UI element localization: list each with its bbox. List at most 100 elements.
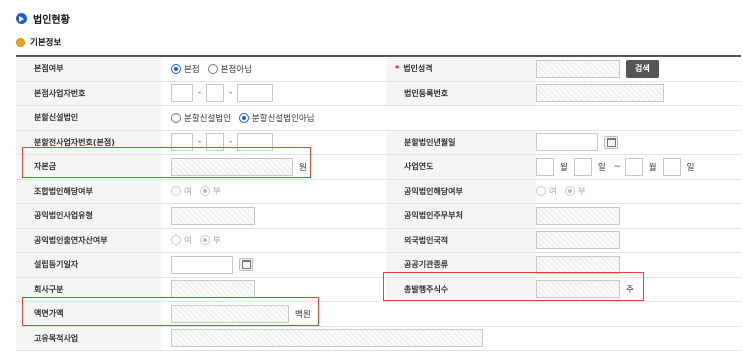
radio-label: 본점아님 bbox=[220, 64, 252, 75]
row-unique-purpose-business: 고유목적사업 bbox=[16, 326, 741, 351]
radio-union-yes[interactable]: 여 bbox=[171, 185, 192, 197]
establishment-date-input[interactable] bbox=[171, 255, 233, 274]
radio-empty-icon bbox=[171, 186, 181, 197]
label-fiscal-year: 사업연도 bbox=[386, 155, 536, 179]
label-headquarters: 본점여부 bbox=[16, 57, 161, 81]
unique-purpose-field bbox=[161, 327, 561, 351]
required-marker: * bbox=[395, 64, 400, 74]
unique-purpose-input[interactable] bbox=[171, 329, 483, 348]
corp-nature-input[interactable] bbox=[536, 59, 620, 78]
radio-public-no[interactable]: 부 bbox=[564, 185, 586, 198]
label-text: 법인성격 bbox=[403, 64, 433, 74]
corp-reg-number-input[interactable] bbox=[536, 84, 664, 103]
unit-day: 일 bbox=[686, 162, 695, 173]
radio-selected-icon bbox=[199, 235, 210, 246]
row-headquarters: 본점여부 본점 본점아님 * 법인성격 검색 bbox=[16, 57, 741, 82]
radio-label: 부 bbox=[212, 187, 221, 198]
separator: - bbox=[198, 88, 202, 99]
label-union-corp: 조합법인해당여부 bbox=[16, 179, 161, 203]
radio-label: 부 bbox=[577, 187, 586, 198]
radio-headquarters-yes[interactable]: 본점 bbox=[171, 63, 200, 75]
radio-label: 여 bbox=[184, 236, 192, 247]
fiscal-year-fields: 월 일 ~ 월 일 bbox=[536, 155, 741, 179]
label-public-ministry: 공익법인주무부처 bbox=[386, 204, 536, 228]
radio-empty-icon bbox=[171, 112, 181, 123]
label-split-new-corp: 분할신설법인 bbox=[16, 106, 161, 130]
label-corp-nature: * 법인성격 bbox=[386, 57, 536, 81]
radio-empty-icon bbox=[536, 186, 546, 197]
split-new-corp-radio-group: 분할신설법인 분할신설법인아님 bbox=[161, 106, 386, 130]
highlight-capital bbox=[22, 147, 311, 178]
row-contributed-assets: 공익법인출연자산여부 여 부 외국법인국적 bbox=[16, 228, 741, 253]
union-corp-radio-group: 여 부 bbox=[161, 180, 386, 204]
hq-business-number-fields: - - bbox=[161, 82, 386, 106]
calendar-icon[interactable] bbox=[239, 258, 253, 272]
unit-month: 월 bbox=[560, 162, 568, 173]
empty-label bbox=[386, 106, 536, 130]
label-unique-purpose-business: 고유목적사업 bbox=[16, 326, 161, 350]
public-business-type-field bbox=[161, 204, 386, 228]
corp-nature-field: 검색 bbox=[536, 57, 741, 81]
label-corp-reg-number: 법인등록번호 bbox=[386, 81, 536, 105]
biz-number-part3[interactable] bbox=[237, 84, 274, 103]
public-business-type-input[interactable] bbox=[171, 206, 255, 225]
company-type-input[interactable] bbox=[171, 280, 255, 299]
label-foreign-nationality: 외국법인국적 bbox=[386, 228, 536, 252]
corp-reg-number-field bbox=[536, 82, 741, 106]
row-union-corp: 조합법인해당여부 여 부 공익법인해당여부 여 부 bbox=[16, 179, 741, 204]
label-public-corp: 공익법인해당여부 bbox=[386, 179, 536, 203]
unit-month: 월 bbox=[648, 162, 657, 173]
radio-headquarters-no[interactable]: 본점아님 bbox=[207, 63, 252, 75]
label-contributed-assets: 공익법인출연자산여부 bbox=[16, 228, 161, 252]
separator: - bbox=[229, 137, 233, 148]
unit-day: 일 bbox=[597, 162, 606, 173]
radio-empty-icon bbox=[207, 63, 218, 74]
highlight-total-shares bbox=[383, 272, 644, 301]
public-corp-radio-group: 여 부 bbox=[536, 180, 741, 204]
search-button[interactable]: 검색 bbox=[626, 59, 659, 78]
biz-number-part1[interactable] bbox=[171, 84, 193, 103]
label-public-business-type: 공익법인사업유형 bbox=[16, 204, 161, 228]
fiscal-end-month[interactable] bbox=[624, 157, 643, 176]
radio-label: 여 bbox=[184, 187, 192, 198]
radio-contributed-no[interactable]: 부 bbox=[199, 234, 221, 247]
radio-empty-icon bbox=[171, 235, 181, 246]
label-establishment-date: 설립등기일자 bbox=[16, 253, 161, 277]
row-split-new-corp: 분할신설법인 분할신설법인 분할신설법인아님 bbox=[16, 106, 741, 131]
separator: - bbox=[229, 88, 233, 99]
page-title: 법인현황 bbox=[16, 11, 70, 26]
section-title: 기본정보 bbox=[16, 36, 61, 48]
fiscal-end-day[interactable] bbox=[662, 157, 681, 176]
foreign-nationality-input[interactable] bbox=[536, 231, 620, 250]
radio-selected-icon bbox=[199, 186, 210, 197]
radio-union-no[interactable]: 부 bbox=[199, 185, 221, 198]
highlight-par-value bbox=[22, 297, 319, 326]
arrow-circle-icon bbox=[16, 12, 27, 24]
split-date-field bbox=[536, 131, 741, 155]
radio-selected-icon bbox=[171, 63, 181, 74]
label-hq-business-number: 본점사업자번호 bbox=[16, 81, 161, 105]
radio-contributed-yes[interactable]: 여 bbox=[171, 234, 192, 246]
corporate-info-form: 본점여부 본점 본점아님 * 법인성격 검색 본점사업자번호 - - 법인등록번호… bbox=[16, 55, 741, 351]
radio-label: 부 bbox=[212, 236, 221, 247]
contributed-assets-radio-group: 여 부 bbox=[161, 229, 386, 253]
headquarters-radio-group: 본점 본점아님 bbox=[161, 57, 386, 81]
radio-split-no[interactable]: 분할신설법인아님 bbox=[238, 112, 315, 124]
radio-split-yes[interactable]: 분할신설법인 bbox=[171, 112, 231, 124]
calendar-icon[interactable] bbox=[604, 135, 618, 149]
radio-label: 분할신설법인아님 bbox=[251, 113, 315, 124]
radio-selected-icon bbox=[238, 112, 249, 123]
radio-label: 분할신설법인 bbox=[184, 113, 231, 124]
fiscal-start-month[interactable] bbox=[536, 157, 554, 176]
radio-selected-icon bbox=[564, 186, 575, 197]
public-ministry-field bbox=[536, 204, 741, 228]
establishment-date-field bbox=[161, 253, 386, 277]
separator: - bbox=[198, 137, 202, 148]
fiscal-start-day[interactable] bbox=[573, 157, 592, 176]
label-split-date: 분할법인년월일 bbox=[386, 130, 536, 154]
biz-number-part2[interactable] bbox=[206, 84, 225, 103]
public-ministry-input[interactable] bbox=[536, 206, 620, 225]
split-date-input[interactable] bbox=[536, 133, 598, 152]
radio-public-yes[interactable]: 여 bbox=[536, 185, 557, 197]
page-title-text: 법인현황 bbox=[33, 14, 70, 26]
